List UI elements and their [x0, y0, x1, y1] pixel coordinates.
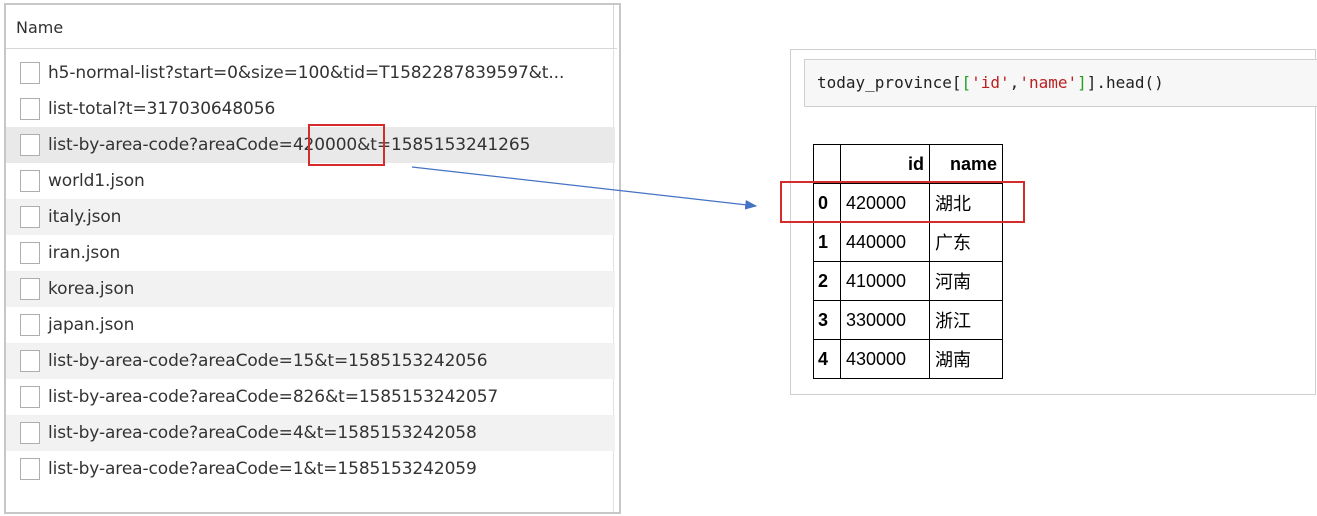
table-row: 3 330000 浙江 [813, 300, 1003, 340]
dataframe-output-table: id name 0 420000 湖北 1 440000 广东 2 410000… [813, 144, 1003, 379]
code-line: today_province[['id','name']].head() [817, 73, 1164, 92]
file-icon [20, 386, 40, 408]
request-row[interactable]: list-by-area-code?areaCode=826&t=1585153… [6, 379, 615, 415]
table-row: 2 410000 河南 [813, 261, 1003, 301]
request-row[interactable]: korea.json [6, 271, 615, 307]
code-close-bracket: ] [1077, 73, 1087, 92]
request-name: japan.json [48, 315, 135, 335]
row-index: 1 [813, 222, 841, 262]
request-row[interactable]: world1.json [6, 163, 615, 199]
name-cell: 湖南 [929, 339, 1003, 379]
request-row[interactable]: list-by-area-code?areaCode=1&t=158515324… [6, 451, 615, 487]
name-column-header[interactable]: Name [6, 5, 617, 49]
file-icon [20, 206, 40, 228]
request-name: italy.json [48, 207, 122, 227]
file-icon [20, 62, 40, 84]
request-name: list-by-area-code?areaCode=826&t=1585153… [48, 387, 499, 407]
code-comma: , [1009, 73, 1020, 92]
request-name: list-by-area-code?areaCode=15&t=15851532… [48, 351, 488, 371]
file-icon [20, 98, 40, 120]
request-list: h5-normal-list?start=0&size=100&tid=T158… [6, 55, 615, 487]
code-cell[interactable]: today_province[['id','name']].head() [804, 59, 1317, 107]
file-icon [20, 170, 40, 192]
table-row: 1 440000 广东 [813, 222, 1003, 262]
name-column-label: Name [16, 18, 64, 37]
request-name: iran.json [48, 243, 121, 263]
name-cell: 广东 [929, 222, 1003, 262]
request-name: list-total?t=317030648056 [48, 99, 276, 119]
request-name: h5-normal-list?start=0&size=100&tid=T158… [48, 63, 565, 83]
file-icon [20, 422, 40, 444]
row-index: 3 [813, 300, 841, 340]
index-header [813, 144, 841, 184]
request-name: korea.json [48, 279, 135, 299]
request-row[interactable]: list-total?t=317030648056 [6, 91, 615, 127]
request-row[interactable]: iran.json [6, 235, 615, 271]
code-string-name: 'name' [1019, 73, 1078, 92]
file-icon [20, 314, 40, 336]
name-header: name [929, 144, 1003, 184]
table-row: 4 430000 湖南 [813, 339, 1003, 379]
id-header: id [840, 144, 930, 184]
id-cell: 410000 [840, 261, 930, 301]
request-row[interactable]: list-by-area-code?areaCode=4&t=158515324… [6, 415, 615, 451]
code-suffix: ].head() [1086, 73, 1164, 92]
request-name: list-by-area-code?areaCode=420000&t=1585… [48, 135, 531, 155]
file-icon [20, 134, 40, 156]
code-prefix: today_province[ [817, 73, 962, 92]
file-icon [20, 242, 40, 264]
request-row[interactable]: italy.json [6, 199, 615, 235]
request-row[interactable]: japan.json [6, 307, 615, 343]
file-icon [20, 350, 40, 372]
code-open-bracket: [ [961, 73, 972, 92]
row-highlight-box [780, 181, 1025, 223]
request-row[interactable]: h5-normal-list?start=0&size=100&tid=T158… [6, 55, 615, 91]
id-cell: 330000 [840, 300, 930, 340]
file-icon [20, 458, 40, 480]
id-cell: 430000 [840, 339, 930, 379]
file-icon [20, 278, 40, 300]
row-index: 2 [813, 261, 841, 301]
id-cell: 440000 [840, 222, 930, 262]
table-header-row: id name [813, 144, 1003, 184]
code-string-id: 'id' [971, 73, 1010, 92]
area-code-highlight-box [308, 124, 385, 166]
request-row[interactable]: list-by-area-code?areaCode=15&t=15851532… [6, 343, 615, 379]
network-request-panel: Name h5-normal-list?start=0&size=100&tid… [4, 3, 621, 514]
name-cell: 浙江 [929, 300, 1003, 340]
request-name: list-by-area-code?areaCode=4&t=158515324… [48, 423, 477, 443]
name-cell: 河南 [929, 261, 1003, 301]
request-name: list-by-area-code?areaCode=1&t=158515324… [48, 459, 477, 479]
request-name: world1.json [48, 171, 145, 191]
column-divider[interactable] [613, 5, 614, 49]
row-index: 4 [813, 339, 841, 379]
